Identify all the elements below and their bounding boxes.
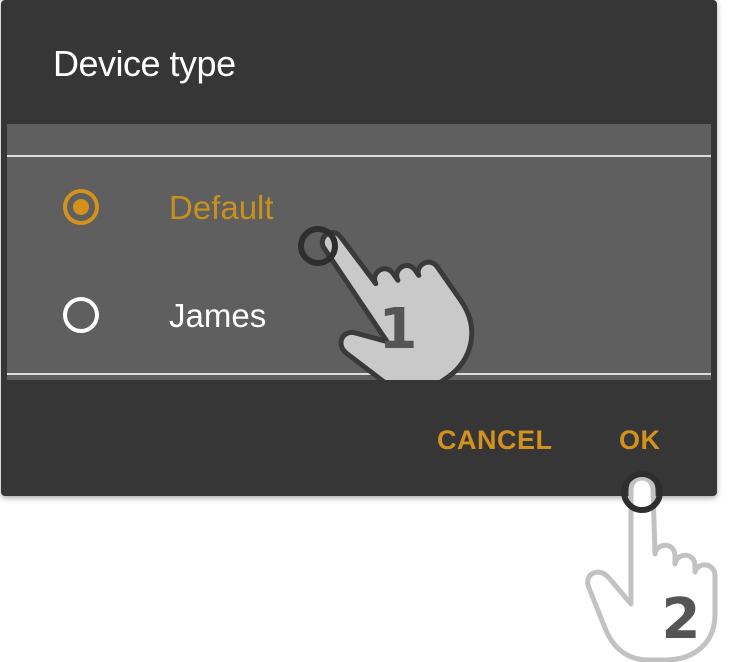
screen: Device type Default James CANCEL OK 1 2 (0, 0, 739, 662)
list-divider-top (7, 155, 711, 157)
option-label-james: James (169, 297, 267, 334)
cancel-button[interactable]: CANCEL (437, 420, 553, 460)
dialog-title: Device type (53, 43, 236, 84)
step-number-2: 2 (662, 587, 701, 652)
tap-hand-icon: 2 (585, 471, 718, 662)
radio-unchecked-icon[interactable] (63, 297, 99, 333)
tap-hand-icon: 1 (298, 226, 475, 380)
ok-button[interactable]: OK (619, 420, 661, 460)
step-number-1: 1 (379, 297, 418, 362)
option-label-default: Default (169, 189, 274, 226)
radio-checked-icon[interactable] (63, 189, 99, 225)
